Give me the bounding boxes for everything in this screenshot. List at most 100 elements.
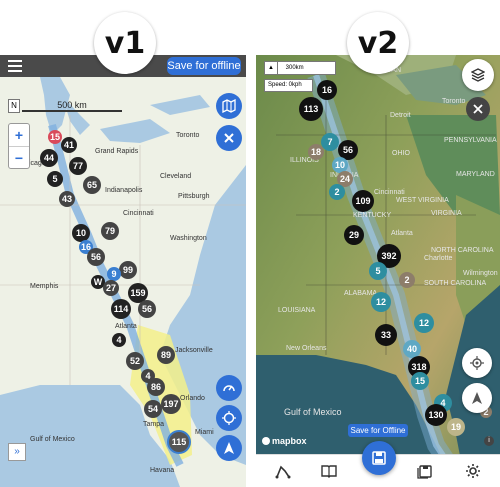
map-cluster[interactable]: 41 bbox=[61, 137, 77, 153]
map-cluster[interactable]: 197 bbox=[161, 394, 181, 414]
save-offline-button[interactable]: Save for Offline bbox=[348, 424, 408, 437]
map-cluster[interactable]: 113 bbox=[299, 97, 323, 121]
place-label: NORTH CAROLINA bbox=[431, 247, 494, 254]
place-label: Gulf of Mexico bbox=[284, 407, 342, 417]
close-button[interactable] bbox=[466, 97, 490, 121]
zoom-out-button[interactable]: − bbox=[9, 147, 29, 169]
place-label: Atlanta bbox=[391, 230, 413, 237]
book-icon[interactable] bbox=[320, 462, 338, 480]
save-offline-button[interactable]: Save for offline bbox=[167, 57, 241, 75]
close-icon bbox=[473, 104, 483, 114]
saved-maps-icon[interactable] bbox=[416, 462, 434, 480]
place-label: Cleveland bbox=[160, 173, 192, 180]
map-cluster[interactable]: 7 bbox=[321, 133, 339, 151]
bottom-nav bbox=[256, 441, 500, 487]
v2-map-panel[interactable]: MICHIGAN Toronto Detroit ILLINOIS OHIO P… bbox=[256, 55, 500, 487]
map-cluster[interactable]: 65 bbox=[83, 176, 101, 194]
map-cluster[interactable]: 12 bbox=[371, 292, 391, 312]
place-label: Orlando bbox=[180, 395, 205, 402]
place-label: Washington bbox=[170, 235, 207, 242]
locate-button[interactable] bbox=[462, 348, 492, 378]
speedometer-button[interactable] bbox=[216, 375, 242, 401]
map-cluster[interactable]: 2 bbox=[329, 184, 345, 200]
map-cluster[interactable]: 79 bbox=[101, 222, 119, 240]
layers-button[interactable] bbox=[462, 59, 494, 91]
map-cluster[interactable]: 2 bbox=[399, 272, 415, 288]
place-label: MARYLAND bbox=[456, 171, 495, 178]
map-cluster[interactable]: 19 bbox=[447, 418, 465, 436]
place-label: LOUISIANA bbox=[278, 307, 316, 314]
crosshair-icon bbox=[470, 356, 484, 370]
map-cluster[interactable]: 4 bbox=[112, 333, 126, 347]
north-arrow-icon: ▲ bbox=[265, 62, 278, 74]
speed-readout: Speed: 0kph bbox=[264, 79, 313, 92]
map-cluster[interactable]: 5 bbox=[47, 171, 63, 187]
map-cluster[interactable]: 43 bbox=[59, 191, 75, 207]
map-cluster[interactable]: 44 bbox=[40, 149, 58, 167]
map-cluster[interactable]: 56 bbox=[87, 248, 105, 266]
map-cluster[interactable]: 109 bbox=[352, 190, 374, 212]
scale-label: 300km bbox=[285, 65, 304, 71]
map-cluster[interactable]: 114 bbox=[111, 299, 131, 319]
scale-bar: ▲ 300km bbox=[264, 61, 336, 75]
place-label: Gulf of Mexico bbox=[30, 436, 75, 443]
map-cluster[interactable]: 27 bbox=[103, 280, 119, 296]
place-label: Memphis bbox=[30, 283, 59, 290]
place-label: OHIO bbox=[392, 150, 410, 157]
place-label: Detroit bbox=[390, 112, 411, 119]
v2-badge: v2 bbox=[347, 12, 409, 74]
navigation-arrow-icon bbox=[472, 392, 482, 404]
map-cluster[interactable]: 86 bbox=[147, 378, 165, 396]
locate-button[interactable] bbox=[216, 405, 242, 431]
zoom-in-button[interactable]: + bbox=[9, 124, 29, 147]
mapbox-logo-icon bbox=[262, 437, 270, 445]
navigation-arrow-icon bbox=[224, 442, 234, 454]
map-cluster[interactable]: 29 bbox=[344, 225, 364, 245]
speedometer-icon bbox=[223, 385, 235, 392]
v1-map-panel[interactable]: Chicago Toronto Grand Rapids Cleveland I… bbox=[0, 55, 246, 487]
place-label: Atlanta bbox=[115, 323, 137, 330]
close-button[interactable] bbox=[216, 125, 242, 151]
expand-panel-button[interactable]: » bbox=[8, 443, 26, 461]
map-cluster[interactable]: 130 bbox=[425, 404, 447, 426]
crosshair-icon bbox=[222, 411, 236, 425]
zoom-control: + − bbox=[8, 123, 30, 169]
map-cluster[interactable]: 16 bbox=[317, 80, 337, 100]
map-cluster[interactable]: 5 bbox=[369, 262, 387, 280]
place-label: Jacksonville bbox=[175, 347, 213, 354]
map-cluster[interactable]: 9 bbox=[107, 267, 121, 281]
menu-icon[interactable] bbox=[8, 60, 22, 72]
info-icon[interactable]: i bbox=[484, 436, 494, 446]
map-cluster[interactable]: 33 bbox=[375, 324, 397, 346]
layers-icon bbox=[471, 68, 485, 82]
map-cluster[interactable]: 54 bbox=[144, 400, 162, 418]
gear-icon[interactable] bbox=[464, 462, 482, 480]
v1-badge: v1 bbox=[94, 12, 156, 74]
map-cluster[interactable]: 15 bbox=[411, 372, 429, 390]
place-label: Charlotte bbox=[424, 255, 453, 262]
route-icon[interactable] bbox=[274, 462, 292, 480]
map-cluster[interactable]: 99 bbox=[119, 261, 137, 279]
navigation-button[interactable] bbox=[462, 383, 492, 413]
navigation-button[interactable] bbox=[216, 435, 242, 461]
scale-bar: 500 km bbox=[22, 100, 122, 112]
map-cluster[interactable]: 15 bbox=[48, 130, 62, 144]
map-cluster[interactable]: 18 bbox=[308, 144, 324, 160]
north-arrow-icon: N bbox=[8, 99, 20, 113]
place-label: Cincinnati bbox=[374, 189, 405, 196]
place-label: PENNSYLVANIA bbox=[444, 137, 497, 144]
place-label: Toronto bbox=[176, 132, 200, 139]
mapbox-attribution: mapbox bbox=[262, 436, 307, 446]
map-cluster[interactable]: 77 bbox=[69, 157, 87, 175]
layers-map-button[interactable] bbox=[216, 93, 242, 119]
place-label: Wilmington bbox=[463, 270, 498, 277]
place-label: Toronto bbox=[442, 98, 466, 105]
map-cluster[interactable]: 56 bbox=[138, 300, 156, 318]
map-cluster[interactable]: 89 bbox=[157, 346, 175, 364]
place-label: Tampa bbox=[143, 421, 165, 428]
map-cluster[interactable]: 52 bbox=[126, 352, 144, 370]
save-fab-button[interactable] bbox=[362, 441, 396, 475]
place-label: VIRGINIA bbox=[431, 210, 462, 217]
map-cluster[interactable]: 12 bbox=[414, 313, 434, 333]
map-cluster[interactable]: 115 bbox=[167, 430, 191, 454]
